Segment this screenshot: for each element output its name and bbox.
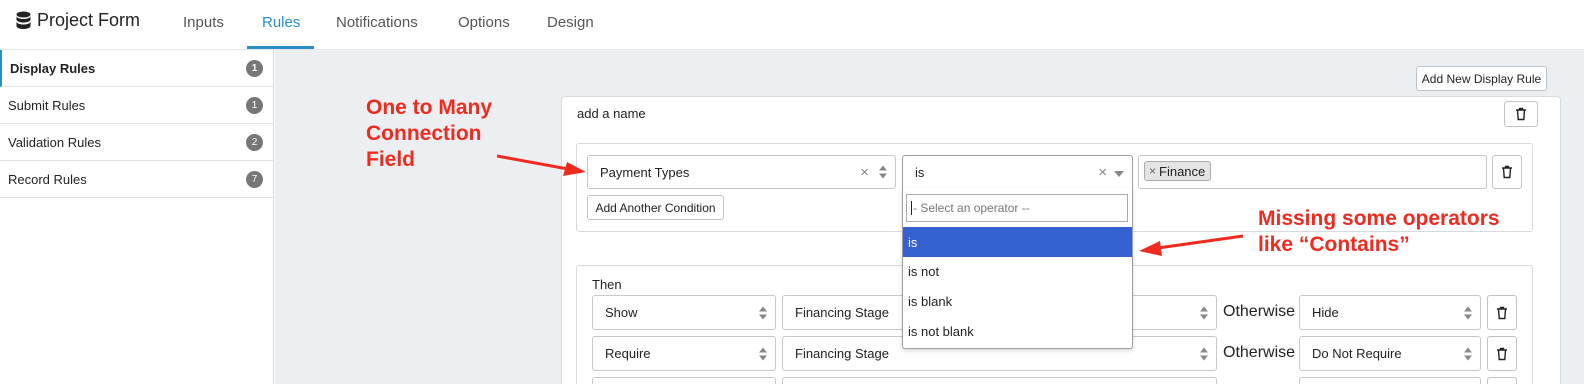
trash-icon <box>1516 107 1526 121</box>
delete-condition-button[interactable] <box>1492 155 1522 189</box>
delete-action-button[interactable] <box>1487 377 1517 384</box>
otherwise-label: Otherwise <box>1223 303 1296 320</box>
updown-arrows-icon <box>879 165 887 179</box>
annotation-line: One to Many <box>366 96 493 119</box>
annotation-connection-field: One to Many Connection Field <box>366 95 492 173</box>
tab-options[interactable]: Options <box>458 14 510 31</box>
trash-icon <box>1497 306 1507 319</box>
annotation-line: like “Contains” <box>1258 233 1410 256</box>
tag-remove-icon[interactable]: × <box>1149 164 1156 178</box>
tab-rules[interactable]: Rules <box>262 14 300 31</box>
sidebar-item-label: Submit Rules <box>8 97 86 113</box>
count-badge: 1 <box>246 97 263 114</box>
trash-icon <box>1497 347 1507 360</box>
clear-icon[interactable]: × <box>860 164 869 181</box>
action-select[interactable]: Require <box>592 336 776 371</box>
trash-icon <box>1502 165 1512 179</box>
rules-sidebar: Display Rules 1 Submit Rules 1 Validatio… <box>0 50 274 384</box>
sidebar-item-submit-rules[interactable]: Submit Rules 1 <box>0 87 273 124</box>
tab-design[interactable]: Design <box>547 14 594 31</box>
otherwise-value: Hide <box>1312 305 1339 320</box>
annotation-line: Connection <box>366 122 482 145</box>
search-placeholder: - Select an operator -- <box>913 201 1030 215</box>
action-select[interactable] <box>592 377 776 384</box>
operator-option-is-blank[interactable]: is blank <box>903 286 1132 316</box>
rule-name[interactable]: add a name <box>577 106 646 121</box>
value-tag-finance[interactable]: × Finance <box>1144 161 1212 181</box>
condition-field-select[interactable]: Payment Types × <box>587 155 896 189</box>
app-brand[interactable]: Project Form <box>16 10 140 31</box>
sidebar-item-display-rules[interactable]: Display Rules 1 <box>0 50 273 87</box>
otherwise-select[interactable]: Do Not Require <box>1299 336 1481 371</box>
tab-inputs[interactable]: Inputs <box>183 14 224 31</box>
annotation-line: Missing some operators <box>1258 207 1500 230</box>
updown-arrows-icon <box>1200 347 1208 360</box>
database-icon <box>16 11 31 29</box>
active-tab-indicator <box>247 46 314 49</box>
operator-option-is-not[interactable]: is not <box>903 256 1132 286</box>
action-value: Show <box>605 305 638 320</box>
text-cursor <box>911 201 912 215</box>
updown-arrows-icon <box>1464 306 1472 319</box>
updown-arrows-icon <box>1464 347 1472 360</box>
otherwise-value: Do Not Require <box>1312 346 1402 361</box>
action-value: Require <box>605 346 651 361</box>
target-field-value: Financing Stage <box>795 305 889 320</box>
condition-operator-select[interactable]: is × <box>902 155 1133 189</box>
count-badge: 7 <box>246 171 263 188</box>
count-badge: 2 <box>246 134 263 151</box>
annotation-missing-operators: Missing some operators like “Contains” <box>1258 206 1500 258</box>
add-display-rule-button[interactable]: Add New Display Rule <box>1416 66 1547 91</box>
operator-option-is[interactable]: is <box>903 227 1132 257</box>
then-label: Then <box>592 277 622 292</box>
operator-value: is <box>915 165 925 180</box>
sidebar-item-label: Display Rules <box>10 60 96 76</box>
action-select[interactable]: Show <box>592 295 776 330</box>
delete-rule-button[interactable] <box>1504 101 1538 127</box>
updown-arrows-icon <box>759 347 767 360</box>
target-field-select[interactable] <box>782 377 1217 384</box>
tag-label: Finance <box>1159 163 1206 179</box>
target-field-value: Financing Stage <box>795 346 889 361</box>
clear-icon[interactable]: × <box>1098 164 1107 181</box>
sidebar-item-validation-rules[interactable]: Validation Rules 2 <box>0 124 273 161</box>
updown-arrows-icon <box>1200 306 1208 319</box>
sidebar-item-label: Validation Rules <box>8 134 101 150</box>
chevron-down-icon <box>1114 171 1124 177</box>
top-nav: Project Form Inputs Rules Notifications … <box>0 0 1584 50</box>
sidebar-item-label: Record Rules <box>8 171 87 187</box>
delete-action-button[interactable] <box>1487 336 1517 371</box>
updown-arrows-icon <box>759 306 767 319</box>
delete-action-button[interactable] <box>1487 295 1517 330</box>
count-badge: 1 <box>246 60 263 77</box>
operator-search-input[interactable]: - Select an operator -- <box>906 194 1128 222</box>
otherwise-select[interactable]: Hide <box>1299 295 1481 330</box>
annotation-line: Field <box>366 148 416 171</box>
otherwise-select[interactable] <box>1299 377 1481 384</box>
add-another-condition-button[interactable]: Add Another Condition <box>587 195 724 220</box>
otherwise-label: Otherwise <box>1223 344 1296 361</box>
app-title: Project Form <box>37 10 141 30</box>
operator-option-is-not-blank[interactable]: is not blank <box>903 316 1132 346</box>
tab-notifications[interactable]: Notifications <box>336 14 418 31</box>
sidebar-item-record-rules[interactable]: Record Rules 7 <box>0 161 273 198</box>
field-value: Payment Types <box>600 164 690 180</box>
